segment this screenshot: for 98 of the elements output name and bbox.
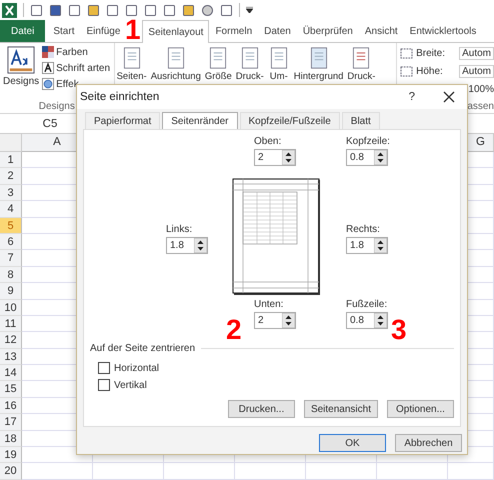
ribbon-button[interactable]: Ausrichtung	[150, 46, 201, 83]
number-field[interactable]: 1.8	[346, 236, 388, 254]
dialog-tab[interactable]: Kopfzeile/Fußzeile	[240, 112, 340, 129]
ribbon-tab[interactable]: Start	[47, 20, 80, 42]
ribbon-menu-button[interactable]: Farben	[42, 46, 110, 58]
ribbon-tab[interactable]: Überprüfen	[296, 20, 359, 42]
checkbox-label: Vertikal	[114, 380, 147, 390]
scale-percent-field[interactable]: 100%	[468, 84, 494, 94]
dialog-button[interactable]: Drucken...	[228, 400, 295, 418]
scale-label: Breite:	[416, 48, 446, 58]
ribbon-button[interactable]: Druck-	[236, 46, 264, 83]
dialog-button[interactable]: OK	[319, 434, 386, 452]
dialog-button[interactable]: Abbrechen	[395, 434, 462, 452]
dialog-tab[interactable]: Seitenränder	[162, 112, 238, 129]
sheet-cell[interactable]	[448, 463, 494, 480]
spinner-icon[interactable]	[374, 238, 387, 252]
margin-label: Unten:	[254, 299, 284, 310]
spinner-icon[interactable]	[374, 150, 387, 165]
number-field[interactable]: 0.8	[346, 312, 388, 329]
ribbon-button[interactable]: Hintergrund	[294, 46, 344, 83]
resize-icon	[400, 66, 414, 76]
annotation-number: 3	[391, 318, 407, 342]
scale-dropdown[interactable]: Autom	[459, 64, 494, 78]
ribbon-tab[interactable]: Einfüge	[80, 20, 126, 42]
ribbon-button[interactable]: Seiten-	[116, 46, 147, 83]
dialog-tab[interactable]: Blatt	[342, 112, 380, 129]
row-header[interactable]: 7	[0, 250, 22, 267]
themes-icon	[7, 46, 36, 74]
sheet-cell[interactable]	[22, 463, 93, 480]
spinner-icon[interactable]	[282, 150, 295, 165]
number-field[interactable]: 2	[254, 312, 296, 329]
spreadsheet-logo-icon[interactable]	[2, 2, 17, 18]
row-header[interactable]: 11	[0, 316, 22, 332]
row-header[interactable]: 19	[0, 447, 22, 464]
dialog-tab[interactable]: Papierformat	[85, 112, 160, 129]
margin-label: Rechts:	[346, 224, 381, 234]
ribbon-tab[interactable]: Daten	[258, 20, 297, 42]
sheet-cell[interactable]	[164, 463, 235, 480]
ribbon-tab[interactable]: Entwicklertools	[404, 20, 482, 42]
spinner-icon[interactable]	[194, 238, 207, 252]
ribbon-button[interactable]: Größe	[204, 46, 232, 83]
ribbon-tab[interactable]: Seitenlayout	[142, 20, 210, 43]
ribbon-button[interactable]: Um-	[268, 46, 290, 83]
sheet-cell[interactable]	[93, 463, 164, 480]
resize-icon	[400, 48, 414, 58]
effects-circle-icon	[42, 78, 54, 90]
designs-button[interactable]: Designs	[3, 46, 40, 90]
row-header[interactable]: 16	[0, 398, 22, 414]
sheet-cell[interactable]	[377, 463, 448, 480]
sheet-cell[interactable]	[306, 463, 377, 480]
ribbon-menu-button[interactable]: Schrift arten	[42, 62, 110, 74]
annotation-number: 2	[226, 318, 242, 342]
row-header[interactable]: 10	[0, 300, 22, 316]
row-header[interactable]: 3	[0, 184, 22, 202]
color-palette-icon	[42, 46, 54, 58]
row-header[interactable]: 4	[0, 201, 22, 218]
number-field[interactable]: 1.8	[166, 236, 208, 254]
file-tab[interactable]: Datei	[0, 20, 46, 42]
checkbox[interactable]	[98, 379, 110, 391]
checkbox[interactable]	[98, 362, 110, 374]
spinner-icon[interactable]	[374, 313, 387, 328]
checkbox-label: Horizontal	[114, 362, 160, 374]
ribbon-tab[interactable]: Ansicht	[358, 20, 404, 42]
group-label: assen	[467, 101, 494, 112]
spinner-icon[interactable]	[282, 313, 295, 328]
section-title: Auf der Seite zentrieren	[90, 343, 196, 354]
row-header[interactable]: 1	[0, 152, 22, 168]
sheet-cell[interactable]	[235, 463, 306, 480]
row-header[interactable]: 13	[0, 348, 22, 366]
row-header[interactable]: 17	[0, 414, 22, 431]
row-header[interactable]: 6	[0, 234, 22, 250]
group-label: Designs	[38, 101, 76, 112]
number-field[interactable]: 0.8	[346, 149, 388, 166]
annotation-number: 1	[125, 18, 141, 42]
row-header[interactable]: 20	[0, 463, 22, 480]
margin-label: Links:	[166, 224, 194, 234]
row-header[interactable]: 18	[0, 430, 22, 448]
margin-label: Kopfzeile:	[346, 136, 391, 147]
row-header[interactable]: 2	[0, 168, 22, 185]
row-header[interactable]: 9	[0, 283, 22, 300]
row-header[interactable]: 12	[0, 332, 22, 349]
dialog-button[interactable]: Seitenansicht	[304, 400, 378, 418]
margin-label: Oben:	[254, 136, 282, 147]
margin-label: Fußzeile:	[346, 299, 388, 310]
dialog-title: Seite einrichten	[80, 91, 160, 103]
row-header[interactable]: 15	[0, 381, 22, 398]
scale-dropdown[interactable]: Autom	[459, 46, 494, 60]
row-header[interactable]: 14	[0, 365, 22, 382]
number-field[interactable]: 2	[254, 149, 296, 166]
help-button[interactable]: ?	[408, 91, 415, 103]
ribbon-button[interactable]: Druck-	[347, 46, 376, 83]
dialog-button[interactable]: Optionen...	[387, 400, 454, 418]
ribbon-tab[interactable]: Formeln	[209, 20, 258, 42]
dropdown-caret-icon[interactable]	[246, 7, 253, 13]
scale-label: Höhe:	[416, 66, 444, 76]
font-letter-icon	[42, 62, 54, 74]
row-header[interactable]: 8	[0, 266, 22, 284]
close-icon[interactable]	[443, 91, 455, 103]
